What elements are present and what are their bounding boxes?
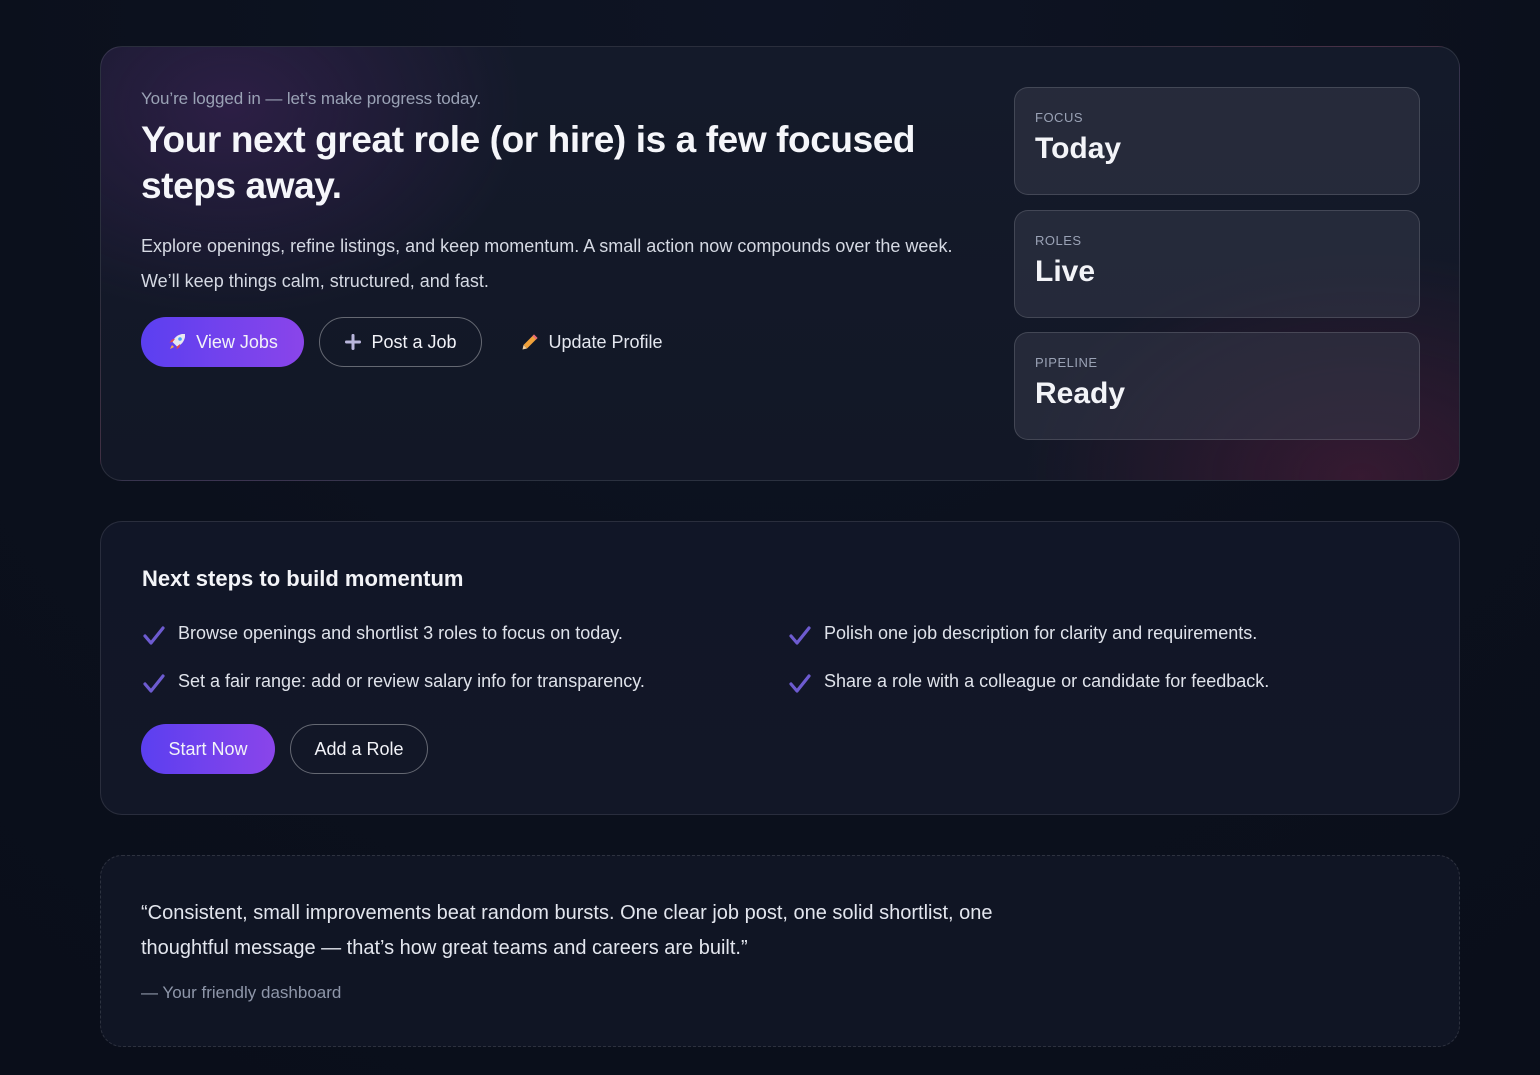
hero-title: Your next great role (or hire) is a few … <box>141 119 916 206</box>
quote-text: “Consistent, small improvements beat ran… <box>141 902 993 959</box>
stat-card-focus: FOCUS Today <box>1014 87 1420 195</box>
hero-content: You’re logged in — let’s make progress t… <box>141 89 991 299</box>
checkmark-icon <box>788 624 812 648</box>
checkmark-icon <box>142 672 166 696</box>
start-now-button[interactable]: Start Now <box>141 724 275 774</box>
update-profile-label: Update Profile <box>548 331 663 352</box>
step-item: Share a role with a colleague or candida… <box>788 666 1269 696</box>
hero-card: You’re logged in — let’s make progress t… <box>100 46 1460 481</box>
step-item: Set a fair range: add or review salary i… <box>142 666 645 696</box>
stat-value: Live <box>1035 255 1096 288</box>
quote-card: “Consistent, small improvements beat ran… <box>100 855 1460 1047</box>
view-jobs-label: View Jobs <box>196 331 278 352</box>
stat-card-pipeline: PIPELINE Ready <box>1014 332 1420 440</box>
step-text: Browse openings and shortlist 3 roles to… <box>178 622 623 643</box>
post-job-button[interactable]: Post a Job <box>319 317 482 367</box>
step-item: Browse openings and shortlist 3 roles to… <box>142 618 623 648</box>
hero-description: Explore openings, refine listings, and k… <box>141 236 953 291</box>
step-item: Polish one job description for clarity a… <box>788 618 1257 648</box>
stat-label: ROLES <box>1035 233 1082 248</box>
next-steps-card: Next steps to build momentum Browse open… <box>100 521 1460 815</box>
step-text: Set a fair range: add or review salary i… <box>178 670 645 691</box>
checkmark-icon <box>788 672 812 696</box>
steps-actions: Start Now Add a Role <box>141 724 428 774</box>
pencil-icon <box>521 333 539 351</box>
rocket-icon <box>167 332 187 352</box>
hero-actions: View Jobs Post a Job Update Profile <box>141 317 682 367</box>
step-text: Polish one job description for clarity a… <box>824 622 1258 643</box>
update-profile-button[interactable]: Update Profile <box>502 317 682 367</box>
stat-card-roles: ROLES Live <box>1014 210 1420 318</box>
next-steps-title: Next steps to build momentum <box>142 566 464 591</box>
stat-label: FOCUS <box>1035 110 1083 125</box>
add-role-button[interactable]: Add a Role <box>290 724 428 774</box>
stat-label: PIPELINE <box>1035 355 1098 370</box>
checkmark-icon <box>142 624 166 648</box>
stat-value: Ready <box>1035 377 1126 410</box>
view-jobs-button[interactable]: View Jobs <box>141 317 304 367</box>
step-text: Share a role with a colleague or candida… <box>824 670 1270 691</box>
quote-attribution: — Your friendly dashboard <box>141 983 342 1002</box>
stat-value: Today <box>1035 132 1122 165</box>
plus-icon <box>344 333 362 351</box>
login-status-text: You’re logged in — let’s make progress t… <box>141 89 482 108</box>
post-job-label: Post a Job <box>371 331 457 352</box>
